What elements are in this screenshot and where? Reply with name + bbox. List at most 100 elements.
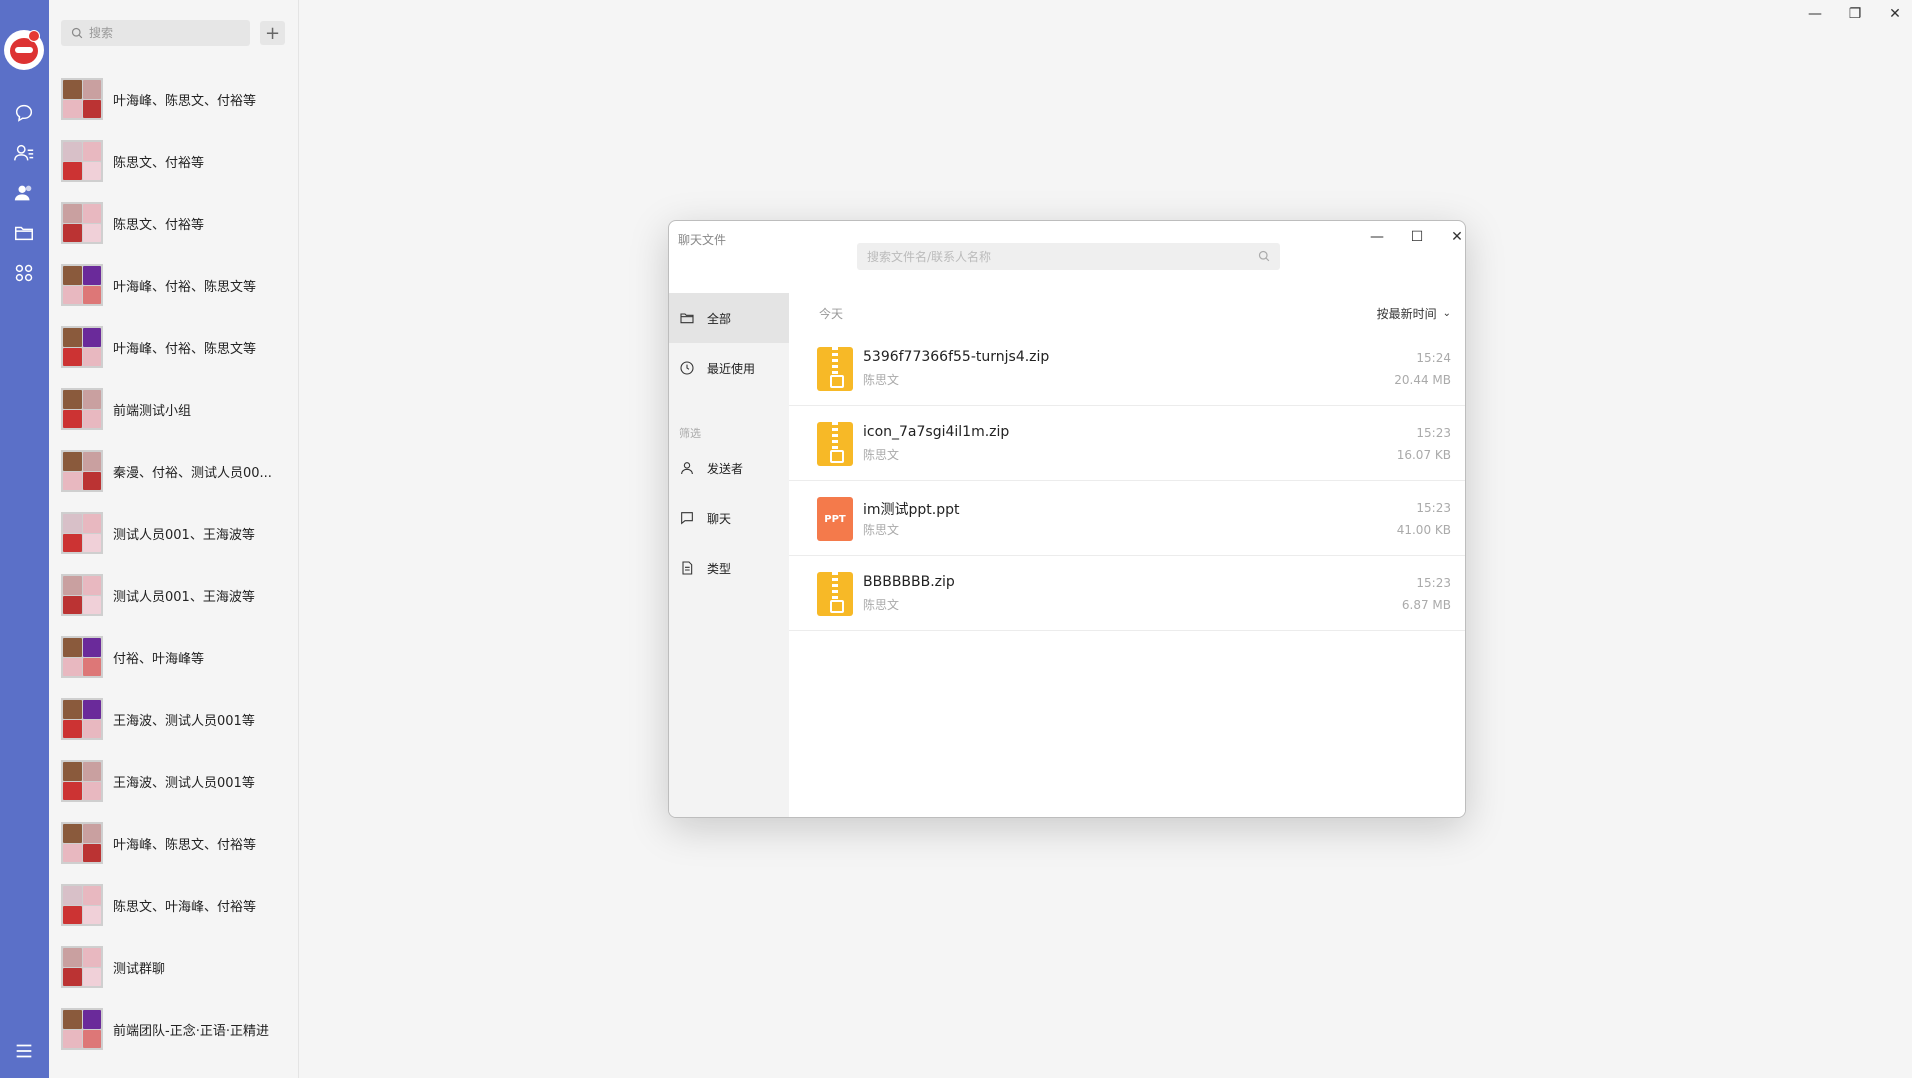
zip-file-icon bbox=[817, 422, 853, 466]
sidebar-item-recent[interactable]: 最近使用 bbox=[669, 343, 789, 393]
file-time: 15:24 bbox=[1416, 351, 1451, 365]
conversation-item[interactable]: 付裕、叶海峰等 bbox=[49, 626, 299, 688]
sidebar-item-type[interactable]: 类型 bbox=[669, 543, 789, 593]
group-avatar bbox=[61, 884, 103, 926]
group-avatar bbox=[61, 822, 103, 864]
conversation-name: 叶海峰、付裕、陈思文等 bbox=[113, 279, 257, 295]
file-name: im测试ppt.ppt bbox=[863, 502, 960, 518]
conversation-name: 陈思文、付裕等 bbox=[113, 155, 205, 171]
file-sender: 陈思文 bbox=[863, 448, 900, 462]
conversation-item[interactable]: 陈思文、付裕等 bbox=[49, 192, 299, 254]
sidebar-item-sender[interactable]: 发送者 bbox=[669, 443, 789, 493]
window-close-button[interactable]: ✕ bbox=[1880, 4, 1910, 24]
dialog-minimize-button[interactable]: — bbox=[1365, 225, 1389, 249]
chat-files-dialog: 聊天文件 — ☐ ✕ 全部 最近使用 筛选 发送者 聊天 类型 今天 bbox=[668, 220, 1466, 818]
file-name: icon_7a7sgi4il1m.zip bbox=[863, 424, 1010, 440]
file-sender: 陈思文 bbox=[863, 523, 900, 537]
conversation-item[interactable]: 叶海峰、付裕、陈思文等 bbox=[49, 254, 299, 316]
file-time: 15:23 bbox=[1416, 426, 1451, 440]
conversation-item[interactable]: 前端团队-正念·正语·正精进 bbox=[49, 998, 299, 1060]
groups-icon[interactable] bbox=[11, 180, 37, 206]
file-search-box[interactable] bbox=[857, 243, 1280, 270]
group-avatar bbox=[61, 946, 103, 988]
person-icon bbox=[681, 462, 693, 475]
sidebar-item-chat[interactable]: 聊天 bbox=[669, 493, 789, 543]
conversation-item[interactable]: 测试人员001、王海波等 bbox=[49, 502, 299, 564]
menu-icon[interactable] bbox=[11, 1038, 37, 1064]
add-button[interactable]: + bbox=[260, 21, 285, 45]
conversation-name: 叶海峰、付裕、陈思文等 bbox=[113, 341, 257, 357]
group-avatar bbox=[61, 760, 103, 802]
conversation-name: 陈思文、叶海峰、付裕等 bbox=[113, 899, 257, 915]
group-avatar bbox=[61, 1008, 103, 1050]
file-row[interactable]: icon_7a7sgi4il1m.zip 陈思文 15:23 16.07 KB bbox=[789, 406, 1465, 481]
search-icon[interactable] bbox=[1258, 250, 1270, 262]
dialog-maximize-button[interactable]: ☐ bbox=[1405, 225, 1429, 249]
conversation-name: 叶海峰、陈思文、付裕等 bbox=[113, 93, 257, 109]
file-name: 5396f77366f55-turnjs4.zip bbox=[863, 349, 1050, 365]
group-avatar bbox=[61, 388, 103, 430]
search-box[interactable] bbox=[61, 20, 250, 46]
sidebar-item-label: 全部 bbox=[707, 311, 732, 326]
sidebar-item-label: 发送者 bbox=[707, 461, 744, 476]
folder-icon[interactable] bbox=[11, 220, 37, 246]
search-icon bbox=[71, 27, 83, 39]
conversation-name: 测试人员001、王海波等 bbox=[113, 527, 255, 543]
sidebar-item-label: 类型 bbox=[707, 561, 732, 576]
file-time: 15:23 bbox=[1416, 576, 1451, 590]
conversation-list: + 叶海峰、陈思文、付裕等陈思文、付裕等陈思文、付裕等叶海峰、付裕、陈思文等叶海… bbox=[49, 0, 299, 1078]
conversation-name: 叶海峰、陈思文、付裕等 bbox=[113, 837, 257, 853]
conversation-name: 付裕、叶海峰等 bbox=[113, 651, 205, 667]
group-avatar bbox=[61, 450, 103, 492]
group-avatar bbox=[61, 636, 103, 678]
conversation-item[interactable]: 王海波、测试人员001等 bbox=[49, 688, 299, 750]
group-avatar bbox=[61, 202, 103, 244]
sidebar-item-label: 聊天 bbox=[707, 511, 732, 526]
window-minimize-button[interactable]: — bbox=[1800, 4, 1830, 24]
apps-icon[interactable] bbox=[11, 260, 37, 286]
search-input[interactable] bbox=[89, 26, 239, 40]
file-size: 41.00 KB bbox=[1396, 523, 1451, 537]
chevron-down-icon: ⌄ bbox=[1442, 308, 1451, 319]
dialog-sidebar: 全部 最近使用 筛选 发送者 聊天 类型 bbox=[669, 293, 789, 817]
conversation-item[interactable]: 王海波、测试人员001等 bbox=[49, 750, 299, 812]
nav-rail bbox=[0, 0, 49, 1078]
conversation-item[interactable]: 测试人员001、王海波等 bbox=[49, 564, 299, 626]
chat-bubble-icon bbox=[681, 512, 693, 525]
sidebar-item-all[interactable]: 全部 bbox=[669, 293, 789, 343]
file-search-input[interactable] bbox=[867, 249, 1247, 264]
folder-icon bbox=[680, 313, 694, 324]
conversation-item[interactable]: 叶海峰、陈思文、付裕等 bbox=[49, 68, 299, 130]
conversation-name: 陈思文、付裕等 bbox=[113, 217, 205, 233]
file-row[interactable]: BBBBBBB.zip 陈思文 15:23 6.87 MB bbox=[789, 556, 1465, 631]
file-list-panel: 今天 按最新时间 ⌄ 5396f77366f55-turnjs4.zip 陈思文 1… bbox=[789, 293, 1465, 817]
conversation-item[interactable]: 测试群聊 bbox=[49, 936, 299, 998]
group-avatar bbox=[61, 698, 103, 740]
zip-file-icon bbox=[817, 572, 853, 616]
file-row[interactable]: PPT im测试ppt.ppt 陈思文 15:23 41.00 KB bbox=[789, 481, 1465, 556]
file-row[interactable]: 5396f77366f55-turnjs4.zip 陈思文 15:24 20.44 M… bbox=[789, 331, 1465, 406]
group-avatar bbox=[61, 512, 103, 554]
conversation-item[interactable]: 叶海峰、陈思文、付裕等 bbox=[49, 812, 299, 874]
chat-icon[interactable] bbox=[11, 100, 37, 126]
sort-label: 按最新时间 bbox=[1376, 307, 1437, 321]
group-avatar bbox=[61, 326, 103, 368]
dialog-title: 聊天文件 bbox=[678, 233, 727, 247]
window-restore-button[interactable]: ❐ bbox=[1840, 4, 1870, 24]
dialog-close-button[interactable]: ✕ bbox=[1445, 225, 1465, 249]
conversation-name: 王海波、测试人员001等 bbox=[113, 713, 255, 729]
group-avatar bbox=[61, 264, 103, 306]
filter-section-label: 筛选 bbox=[679, 427, 701, 440]
sort-dropdown[interactable]: 按最新时间 ⌄ bbox=[1377, 305, 1451, 322]
conversation-item[interactable]: 前端测试小组 bbox=[49, 378, 299, 440]
file-size: 6.87 MB bbox=[1401, 598, 1451, 612]
file-size: 16.07 KB bbox=[1396, 448, 1451, 462]
group-avatar bbox=[61, 140, 103, 182]
conversation-item[interactable]: 陈思文、叶海峰、付裕等 bbox=[49, 874, 299, 936]
contacts-icon[interactable] bbox=[11, 140, 37, 166]
conversation-item[interactable]: 陈思文、付裕等 bbox=[49, 130, 299, 192]
conversation-item[interactable]: 叶海峰、付裕、陈思文等 bbox=[49, 316, 299, 378]
conversation-name: 前端团队-正念·正语·正精进 bbox=[113, 1023, 269, 1039]
conversation-item[interactable]: 秦漫、付裕、测试人员00... bbox=[49, 440, 299, 502]
clock-icon bbox=[680, 361, 694, 375]
